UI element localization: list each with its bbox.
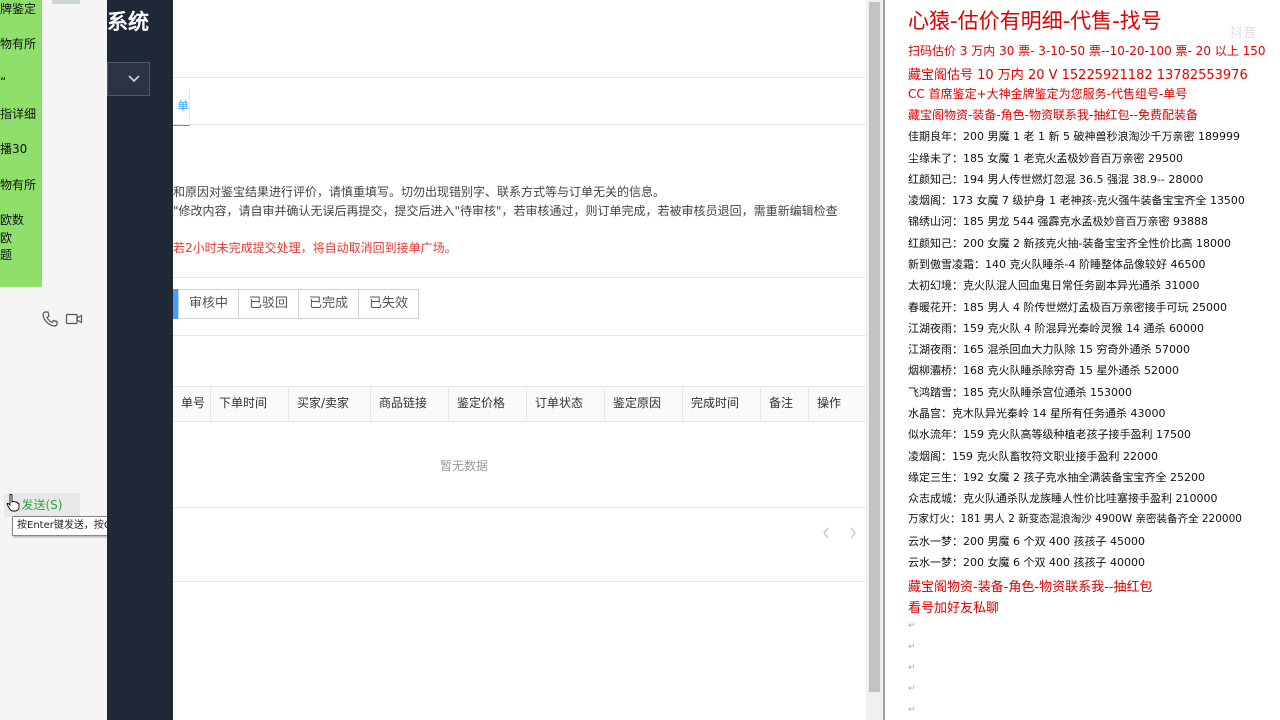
doc-listing: 烟柳灞桥：168 克火队睡杀除穷奇 15 星外通杀 52000 bbox=[908, 364, 1179, 377]
admin-sidebar bbox=[107, 0, 173, 720]
doc-listing: 红颜知己：200 女魔 2 新孩克火抽-装备宝宝齐全性价比高 18000 bbox=[908, 237, 1231, 250]
hand-cursor-icon bbox=[6, 494, 20, 512]
doc-listing: 缘定三生：192 女魔 2 孩子克水抽全满装备宝宝齐全 25200 bbox=[908, 471, 1205, 484]
paragraph-mark: ↵ bbox=[908, 621, 916, 631]
column-reason: 鉴定原因 bbox=[605, 386, 683, 420]
paragraph-mark: ↵ bbox=[908, 663, 916, 673]
divider bbox=[173, 277, 866, 278]
doc-listing: 云水一梦：200 男魔 6 个双 400 孩孩子 45000 bbox=[908, 535, 1145, 548]
sidebar-select[interactable] bbox=[107, 62, 150, 96]
paragraph-mark: ↵ bbox=[908, 684, 916, 694]
column-status: 订单状态 bbox=[527, 386, 605, 420]
divider bbox=[173, 581, 866, 582]
divider bbox=[173, 77, 866, 78]
divider bbox=[173, 507, 866, 508]
divider bbox=[173, 124, 866, 125]
notice-text: 和原因对鉴宝结果进行评价，请慎重填写。切勿出现错别字、联系方式等与订单无关的信息… bbox=[173, 185, 666, 199]
notice-text: "修改内容，请自审并确认无误后再提交，提交后进入"待审核"，若审核通过，则订单完… bbox=[173, 204, 838, 218]
chat-line: 指详细 bbox=[0, 107, 37, 121]
scrollbar-thumb[interactable] bbox=[869, 2, 880, 692]
chat-line: 播30 bbox=[0, 142, 28, 156]
doc-listing: 锦绣山河：185 男龙 544 强霹克水孟极妙音百万亲密 93888 bbox=[908, 215, 1208, 228]
doc-red-line: 藏宝阁估号 10 万内 20 V 15225921182 13782553976 bbox=[908, 68, 1248, 83]
chat-line: 题 bbox=[0, 248, 13, 262]
chat-message-bubble: 牌鉴定 物有所 “ 指详细 播30 物有所 欧数 欧 题 bbox=[0, 0, 42, 287]
doc-red-line: CC 首席鉴定+大神金牌鉴定为您服务-代售组号-单号 bbox=[908, 87, 1188, 101]
watermark: 抖音 bbox=[1230, 26, 1257, 41]
doc-listing: 万家灯火：181 男人 2 新变态混浪淘沙 4900W 亲密装备齐全 22000… bbox=[908, 513, 1242, 525]
next-page-icon[interactable] bbox=[848, 526, 858, 540]
paragraph-mark: ↵ bbox=[908, 705, 916, 715]
divider bbox=[173, 335, 866, 336]
system-title: 系统 bbox=[107, 10, 149, 34]
column-order-no: 单号 bbox=[173, 386, 211, 420]
doc-listing: 太初幻境：克火队混人回血鬼日常任务副本异光通杀 31000 bbox=[908, 279, 1200, 292]
column-remark: 备注 bbox=[761, 386, 809, 420]
doc-listing: 红颜知己：194 男人传世燃灯忽混 36.5 强混 38.9-- 28000 bbox=[908, 173, 1204, 186]
chat-line: 欧数 bbox=[0, 213, 25, 227]
doc-listing: 春暖花开：185 男人 4 阶传世燃灯孟极百万亲密接手可玩 25000 bbox=[908, 301, 1227, 314]
doc-listing: 云水一梦：200 女魔 6 个双 400 孩孩子 40000 bbox=[908, 556, 1145, 569]
doc-listing: 水晶宫：克木队异光秦岭 14 星所有任务通杀 43000 bbox=[908, 407, 1166, 420]
column-product-link: 商品链接 bbox=[371, 386, 449, 420]
chat-line: 牌鉴定 bbox=[0, 2, 37, 16]
column-buyer-seller: 买家/卖家 bbox=[289, 386, 371, 420]
prev-page-icon[interactable] bbox=[821, 526, 831, 540]
doc-listing: 新到傲雪凌霜：140 克火队睡杀-4 阶睡整体品像较好 46500 bbox=[908, 258, 1206, 271]
doc-red-line: 看号加好友私聊 bbox=[908, 601, 1000, 616]
doc-red-line: 扫码估价 3 万内 30 票- 3-10-50 票--10-20-100 票- … bbox=[908, 44, 1266, 58]
doc-listing: 凌烟阁：159 克火队畜牧符文职业接手盈利 22000 bbox=[908, 450, 1158, 463]
empty-table-text: 暂无数据 bbox=[440, 459, 489, 473]
doc-listing: 尘缘未了：185 女魔 1 老克火孟极妙音百万亲密 29500 bbox=[908, 152, 1183, 165]
doc-listing: 似水流年：159 克火队高等级种植老孩子接手盈利 17500 bbox=[908, 428, 1191, 441]
avatar bbox=[52, 0, 80, 4]
paragraph-mark: ↵ bbox=[908, 642, 916, 652]
column-action: 操作 bbox=[817, 396, 842, 410]
tab-reviewing[interactable]: 审核中 bbox=[178, 289, 239, 319]
chevron-down-icon bbox=[128, 75, 140, 83]
phone-icon[interactable] bbox=[41, 310, 59, 328]
video-call-icon[interactable] bbox=[65, 310, 83, 328]
doc-listing: 众志成城：克火队通杀队龙族睡人性价比哇塞接手盈利 210000 bbox=[908, 492, 1218, 505]
tab-expired[interactable]: 已失效 bbox=[358, 289, 419, 319]
main-content: 单 和原因对鉴宝结果进行评价，请慎重填写。切勿出现错别字、联系方式等与订单无关的… bbox=[173, 0, 866, 720]
notice-warning: 若2小时未完成提交处理，将自动取消回到接单广场。 bbox=[173, 241, 457, 255]
column-order-time: 下单时间 bbox=[211, 386, 289, 420]
doc-listing: 佳期良年：200 男魔 1 老 1 新 5 破神兽秒浪淘沙千万亲密 189999 bbox=[908, 130, 1240, 143]
doc-listing: 江湖夜雨：165 混杀回血大力队除 15 穷奇外通杀 57000 bbox=[908, 343, 1190, 356]
column-price: 鉴定价格 bbox=[449, 386, 527, 420]
tab-rejected[interactable]: 已驳回 bbox=[238, 289, 299, 319]
tab-order[interactable]: 单 bbox=[173, 88, 190, 126]
tab-completed[interactable]: 已完成 bbox=[298, 289, 359, 319]
document-title: 心猿-估价有明细-代售-找号 bbox=[908, 9, 1162, 33]
doc-listing: 飞鸿踏雪：185 克火队睡杀宫位通杀 153000 bbox=[908, 386, 1132, 399]
chat-line: 欧 bbox=[0, 231, 13, 245]
doc-listing: 凌烟阁：173 女魔 7 级护身 1 老神孩-克火强牛装备宝宝齐全 13500 bbox=[908, 194, 1245, 207]
doc-red-line: 藏宝阁物资-装备-角色-物资联系我--抽红包 bbox=[908, 580, 1153, 595]
chat-line: “ bbox=[0, 75, 7, 89]
chat-line: 物有所 bbox=[0, 37, 37, 51]
chat-line: 物有所 bbox=[0, 178, 37, 192]
doc-listing: 江湖夜雨：159 克火队 4 阶混异光秦岭灵猴 14 通杀 60000 bbox=[908, 322, 1204, 335]
column-finish-time: 完成时间 bbox=[683, 386, 761, 420]
doc-red-line: 藏宝阁物资-装备-角色-物资联系我-抽红包--免费配装备 bbox=[908, 108, 1198, 122]
